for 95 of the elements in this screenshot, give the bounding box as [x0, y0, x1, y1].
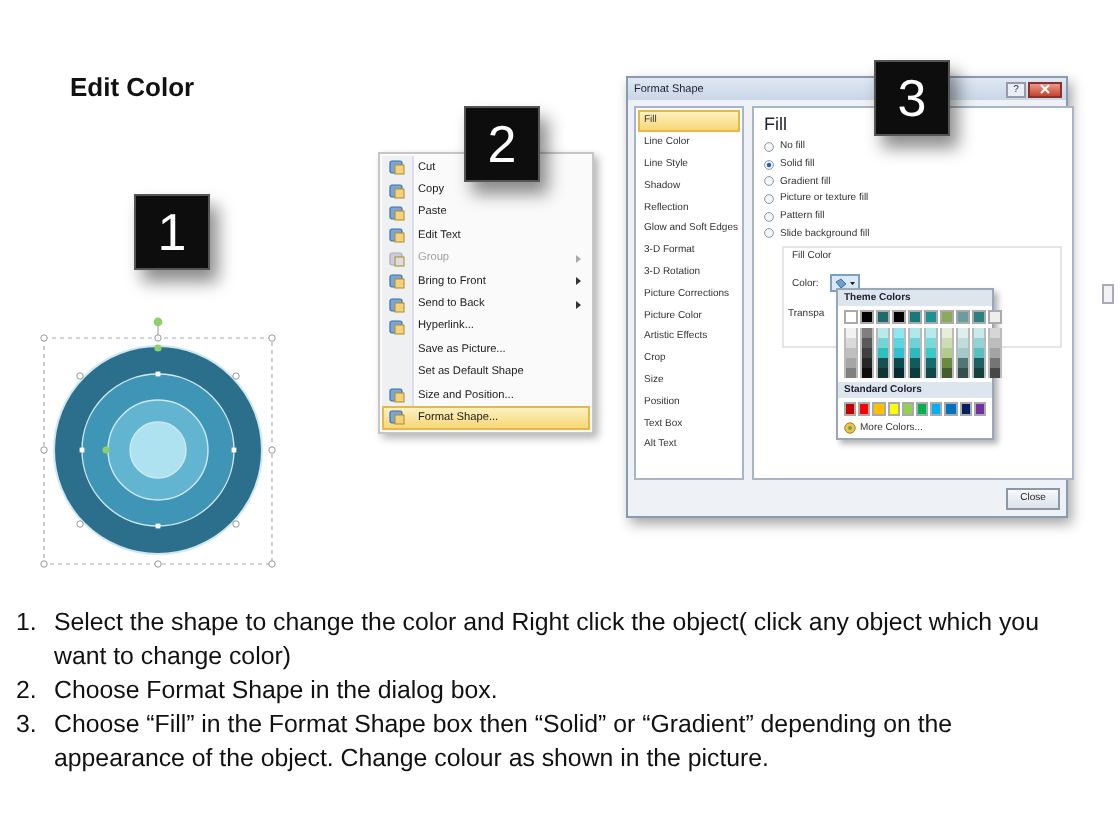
submenu-arrow-icon [574, 299, 582, 310]
color-swatch[interactable] [956, 348, 970, 358]
color-swatch[interactable] [860, 310, 874, 324]
submenu-arrow-icon [574, 276, 582, 287]
spinner-button[interactable] [1101, 284, 1114, 304]
color-swatch[interactable] [844, 348, 858, 358]
color-swatch[interactable] [860, 368, 874, 378]
color-wheel-icon [844, 422, 856, 434]
color-swatch[interactable] [908, 348, 922, 358]
color-swatch[interactable] [972, 338, 986, 348]
color-swatch[interactable] [940, 310, 954, 324]
color-swatch[interactable] [844, 402, 857, 416]
color-swatch[interactable] [844, 310, 858, 324]
color-swatch[interactable] [892, 348, 906, 358]
color-swatch[interactable] [930, 402, 943, 416]
color-swatch[interactable] [924, 328, 938, 338]
color-swatch[interactable] [876, 310, 890, 324]
instruction-text: Choose Format Shape in the dialog box. [54, 674, 500, 708]
color-swatch[interactable] [876, 348, 890, 358]
color-swatch[interactable] [876, 358, 890, 368]
color-swatch[interactable] [924, 368, 938, 378]
color-swatch[interactable] [956, 310, 970, 324]
color-swatch[interactable] [988, 338, 1002, 348]
section-heading: Fill [763, 114, 789, 134]
submenu-arrow-icon [574, 253, 582, 264]
color-swatch[interactable] [844, 358, 858, 368]
color-swatch[interactable] [844, 328, 858, 338]
color-swatch[interactable] [972, 368, 986, 378]
color-swatch[interactable] [924, 358, 938, 368]
color-swatch[interactable] [988, 328, 1002, 338]
radio-button[interactable] [763, 141, 774, 152]
slide-title: Edit Color [70, 72, 195, 102]
color-swatch[interactable] [908, 310, 922, 324]
paint-bucket-icon [834, 277, 857, 290]
color-swatch[interactable] [972, 328, 986, 338]
color-swatch[interactable] [973, 402, 987, 416]
color-swatch[interactable] [860, 338, 874, 348]
color-swatch[interactable] [908, 328, 922, 338]
color-swatch[interactable] [876, 338, 890, 348]
color-swatch[interactable] [908, 338, 922, 348]
close-button[interactable] [1028, 81, 1062, 97]
color-swatch[interactable] [956, 328, 970, 338]
color-swatch[interactable] [892, 338, 906, 348]
color-swatch[interactable] [844, 368, 858, 378]
color-swatch[interactable] [860, 328, 874, 338]
radio-button[interactable] [763, 228, 774, 239]
color-swatch[interactable] [860, 348, 874, 358]
radio-button[interactable] [763, 159, 774, 170]
color-swatch[interactable] [988, 310, 1002, 324]
color-swatch[interactable] [876, 368, 890, 378]
color-swatch[interactable] [844, 338, 858, 348]
color-swatch[interactable] [988, 348, 1002, 358]
color-swatch[interactable] [908, 368, 922, 378]
color-swatch[interactable] [972, 358, 986, 368]
color-swatch[interactable] [956, 338, 970, 348]
step-number-badge: 1 [134, 194, 210, 270]
color-swatch[interactable] [940, 368, 954, 378]
color-swatch[interactable] [892, 368, 906, 378]
color-swatch[interactable] [940, 348, 954, 358]
list-number: 2. [16, 674, 39, 708]
color-swatch[interactable] [916, 402, 929, 416]
color-swatch[interactable] [940, 338, 954, 348]
color-swatch[interactable] [956, 368, 970, 378]
color-swatch[interactable] [940, 358, 954, 368]
color-swatch[interactable] [924, 348, 938, 358]
color-swatch[interactable] [959, 402, 972, 416]
color-swatch[interactable] [924, 310, 938, 324]
radio-button[interactable] [763, 176, 774, 187]
radio-button[interactable] [763, 211, 774, 222]
color-swatch[interactable] [892, 310, 906, 324]
color-swatch[interactable] [901, 402, 915, 416]
color-swatch[interactable] [972, 310, 986, 324]
color-swatch[interactable] [924, 338, 938, 348]
color-swatch[interactable] [988, 368, 1002, 378]
instruction-text: Select the shape to change the color and Right click the object( click any object which you want to change color) [54, 606, 1041, 674]
color-swatch[interactable] [892, 328, 906, 338]
color-swatch[interactable] [956, 358, 970, 368]
color-swatch[interactable] [908, 358, 922, 368]
close-icon [1040, 84, 1050, 94]
color-swatch[interactable] [872, 402, 886, 416]
instruction-text: Choose “Fill” in the Format Shape box then “Solid” or “Gradient” depending on the appearance of the object. Change colour as shown in the picture. [54, 708, 955, 776]
color-swatch[interactable] [858, 402, 871, 416]
color-swatch[interactable] [887, 402, 900, 416]
color-swatch[interactable] [892, 358, 906, 368]
color-swatch[interactable] [876, 328, 890, 338]
color-swatch[interactable] [860, 358, 874, 368]
color-swatch[interactable] [940, 328, 954, 338]
step-number-badge: 2 [464, 106, 540, 182]
color-swatch[interactable] [944, 402, 958, 416]
step-number-badge: 3 [874, 60, 950, 136]
list-number: 3. [16, 708, 39, 742]
color-swatch[interactable] [972, 348, 986, 358]
color-swatch[interactable] [988, 358, 1002, 368]
list-number: 1. [16, 606, 39, 640]
radio-button[interactable] [763, 193, 774, 204]
